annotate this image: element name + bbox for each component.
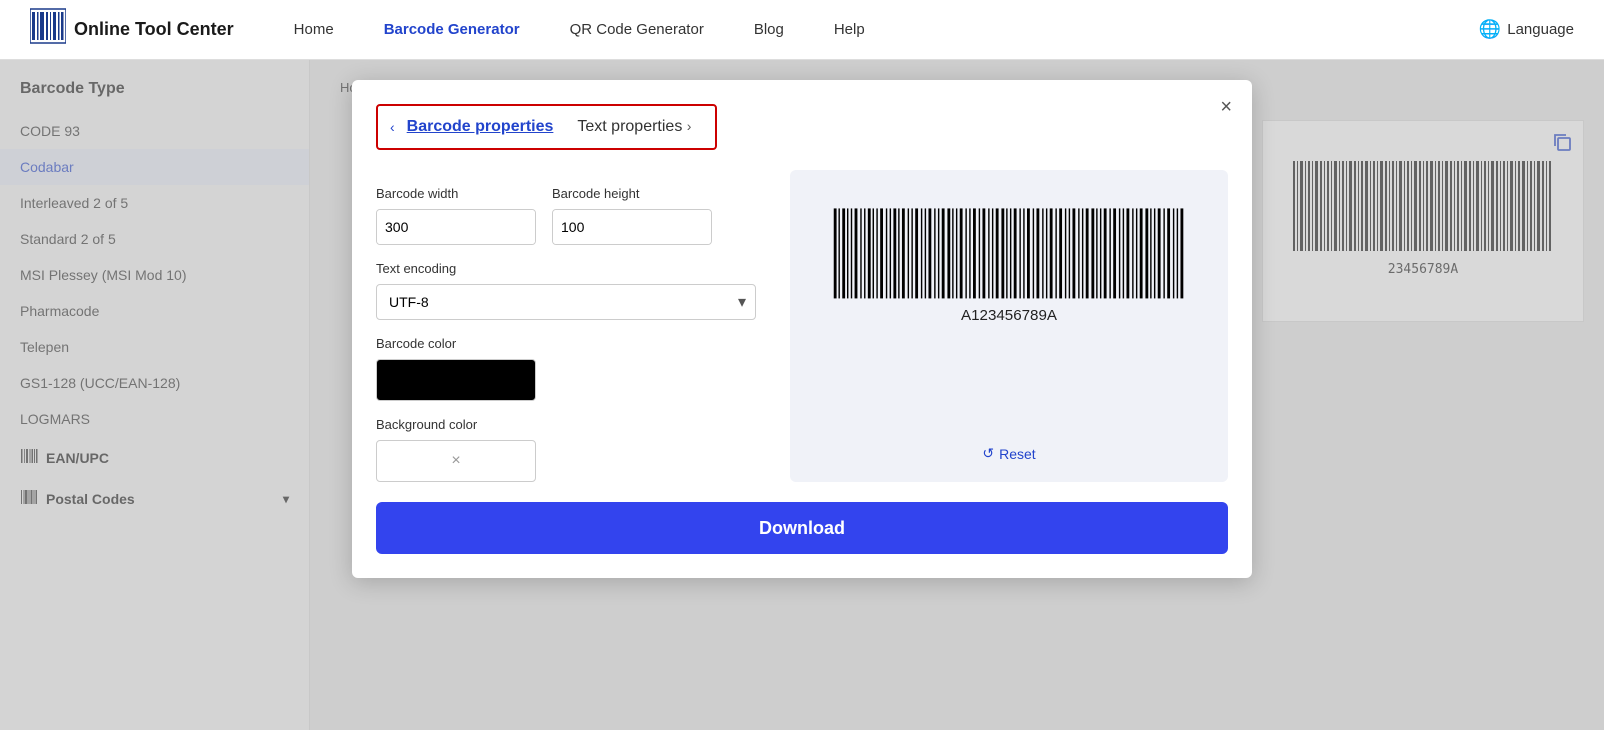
globe-icon: 🌐 bbox=[1479, 19, 1501, 40]
dimensions-row: Barcode width ▲ ▼ Barcode height bbox=[376, 170, 766, 245]
language-selector[interactable]: 🌐 Language bbox=[1479, 19, 1574, 40]
tab-text-properties[interactable]: Text properties › bbox=[565, 114, 703, 140]
logo-icon bbox=[30, 8, 66, 51]
logo-text: Online Tool Center bbox=[74, 19, 234, 40]
barcode-width-input[interactable] bbox=[377, 210, 536, 244]
text-encoding-select[interactable]: UTF-8 ISO-8859-1 ASCII bbox=[376, 284, 756, 320]
modal-tabs: ‹ Barcode properties Text properties › bbox=[376, 104, 717, 150]
barcode-height-input-wrap: ▲ ▼ bbox=[552, 209, 712, 245]
barcode-width-label: Barcode width bbox=[376, 186, 536, 201]
modal-close-button[interactable]: × bbox=[1220, 96, 1232, 119]
background-color-label: Background color bbox=[376, 417, 766, 432]
tab-arrow-right: › bbox=[687, 118, 692, 134]
nav-qr-code-generator[interactable]: QR Code Generator bbox=[570, 21, 704, 38]
main-nav: Home Barcode Generator QR Code Generator… bbox=[294, 21, 1479, 38]
barcode-svg: A123456789A bbox=[829, 200, 1189, 340]
reset-button[interactable]: ↺ Reset bbox=[982, 445, 1035, 462]
header: Online Tool Center Home Barcode Generato… bbox=[0, 0, 1604, 60]
language-label: Language bbox=[1507, 21, 1574, 38]
barcode-width-input-wrap: ▲ ▼ bbox=[376, 209, 536, 245]
barcode-display: A123456789A bbox=[810, 200, 1208, 340]
nav-home[interactable]: Home bbox=[294, 21, 334, 38]
background-color-clear-icon: × bbox=[451, 452, 460, 470]
text-encoding-select-wrap: UTF-8 ISO-8859-1 ASCII ▾ bbox=[376, 284, 756, 320]
width-field-group: Barcode width ▲ ▼ bbox=[376, 170, 536, 245]
tab-text-label: Text properties bbox=[577, 118, 682, 135]
reset-label: Reset bbox=[999, 446, 1036, 462]
text-encoding-label: Text encoding bbox=[376, 261, 766, 276]
nav-help[interactable]: Help bbox=[834, 21, 865, 38]
modal-overlay: × ‹ Barcode properties Text properties › bbox=[0, 60, 1604, 730]
properties-modal: × ‹ Barcode properties Text properties › bbox=[352, 80, 1252, 578]
nav-barcode-generator[interactable]: Barcode Generator bbox=[384, 21, 520, 38]
reset-icon: ↺ bbox=[982, 445, 994, 462]
modal-barcode-preview: A123456789A ↺ Reset bbox=[790, 170, 1228, 482]
nav-blog[interactable]: Blog bbox=[754, 21, 784, 38]
svg-text:A123456789A: A123456789A bbox=[961, 307, 1058, 324]
download-button[interactable]: Download bbox=[376, 502, 1228, 554]
background-color-swatch[interactable]: × bbox=[376, 440, 536, 482]
modal-body: Barcode width ▲ ▼ Barcode height bbox=[376, 170, 1228, 482]
barcode-color-label: Barcode color bbox=[376, 336, 766, 351]
height-field-group: Barcode height ▲ ▼ bbox=[552, 170, 712, 245]
modal-form: Barcode width ▲ ▼ Barcode height bbox=[376, 170, 766, 482]
main-layout: Barcode Type CODE 93 Codabar Interleaved… bbox=[0, 60, 1604, 730]
logo[interactable]: Online Tool Center bbox=[30, 8, 234, 51]
tab-barcode-properties[interactable]: Barcode properties bbox=[395, 114, 566, 140]
barcode-color-swatch[interactable] bbox=[376, 359, 536, 401]
barcode-height-input[interactable] bbox=[553, 210, 712, 244]
barcode-height-label: Barcode height bbox=[552, 186, 712, 201]
